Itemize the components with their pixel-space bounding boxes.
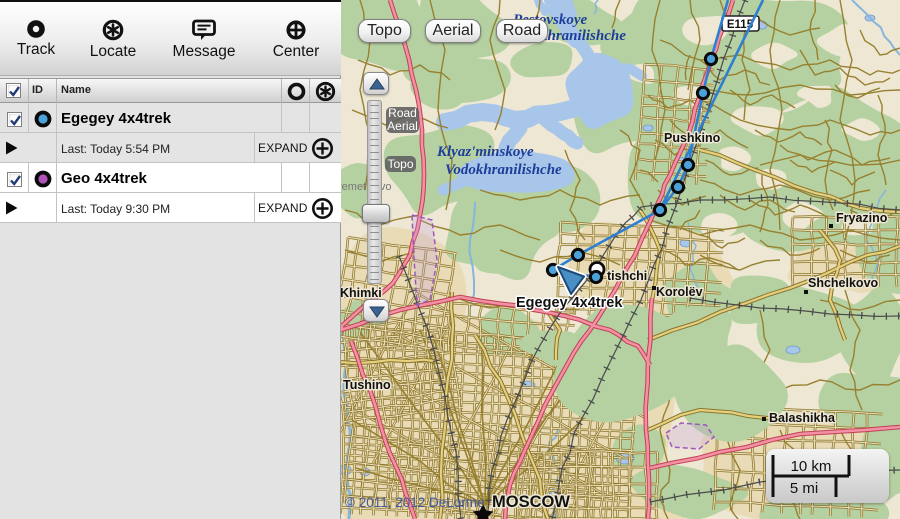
svg-text:Tushino: Tushino [343, 378, 391, 392]
svg-text:Pushkino: Pushkino [664, 131, 721, 145]
svg-text:Klyaz'minskoye: Klyaz'minskoye [436, 144, 534, 160]
svg-text:Vodokhranilishche: Vodokhranilishche [445, 162, 562, 178]
svg-text:khranilishche: khranilishche [540, 28, 626, 44]
svg-text:Balashikha: Balashikha [769, 411, 836, 425]
svg-text:Shchelkovo: Shchelkovo [808, 276, 879, 290]
svg-text:10 km: 10 km [791, 458, 832, 475]
svg-text:Fryazino: Fryazino [836, 211, 888, 225]
svg-text:Korolëv: Korolëv [656, 285, 703, 299]
svg-text:MOSCOW: MOSCOW [492, 493, 570, 511]
svg-text:© 2011, 2012 DeLorme: © 2011, 2012 DeLorme [345, 495, 485, 510]
svg-text:5 mi: 5 mi [790, 480, 818, 497]
svg-text:tishchi: tishchi [607, 269, 647, 283]
svg-text:Egegey 4x4trek: Egegey 4x4trek [516, 295, 623, 311]
